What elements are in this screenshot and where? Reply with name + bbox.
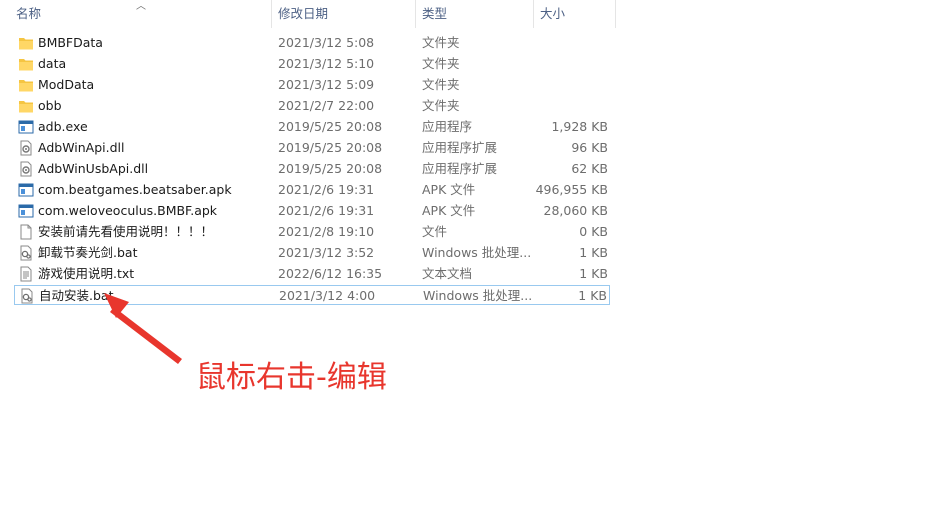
annotation-label: 鼠标右击-编辑 [196, 360, 387, 395]
annotation-arrow-icon [104, 293, 182, 364]
file-explorer-page: 名称 ︿ 修改日期 类型 大小 BMBFData 2021/3/12 5:08 文件… [0, 0, 945, 520]
